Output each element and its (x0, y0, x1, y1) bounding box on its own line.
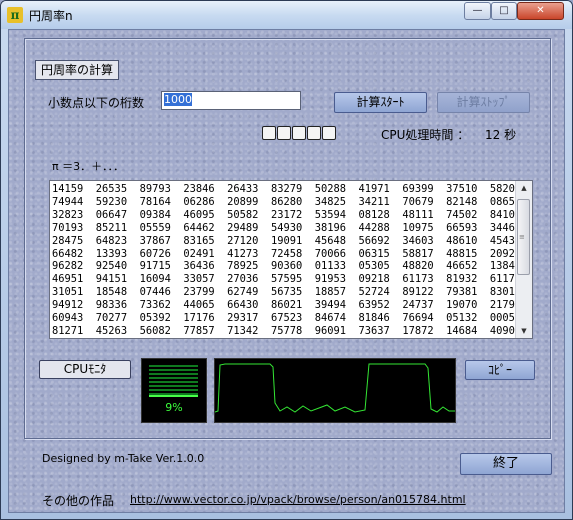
other-works-label: その他の作品 (42, 494, 115, 508)
maximize-button[interactable]: □ (491, 2, 517, 20)
exit-button[interactable]: 終了 (460, 453, 552, 475)
pi-digits-line: 60943 70277 05392 17176 29317 67523 8467… (52, 312, 522, 325)
progress-indicator (262, 126, 342, 140)
cpu-time-value: 12 秒 (485, 128, 517, 142)
start-button[interactable]: 計算ｽﾀｰﾄ (334, 92, 427, 113)
pi-digits-line: 81271 45263 56082 77857 71342 75778 9609… (52, 324, 522, 337)
pi-result-textarea[interactable]: 14159 26535 89793 23846 26433 83279 5028… (49, 180, 533, 339)
stop-button[interactable]: 計算ｽﾄｯﾌﾟ (437, 92, 530, 113)
cpu-history-svg (214, 363, 455, 413)
close-button[interactable]: ✕ (517, 2, 564, 20)
pi-digits-line: 14159 26535 89793 23846 26433 83279 5028… (52, 183, 522, 195)
cpu-percent: 9% (165, 401, 183, 414)
pi-digits-line: 66482 13393 60726 02491 41273 72458 7006… (52, 247, 522, 260)
cpu-history-line (214, 363, 455, 413)
pi-digits-line: 70193 85211 05559 64462 29489 54930 3819… (52, 221, 522, 234)
scroll-down-icon[interactable]: ▼ (516, 324, 532, 338)
pi-digits-line: 28475 64823 37867 83165 27120 19091 4564… (52, 234, 522, 247)
digits-input[interactable]: 1000 (161, 91, 301, 110)
pi-digits-text: 14159 26535 89793 23846 26433 83279 5028… (52, 183, 521, 338)
title-bar[interactable]: π 円周率n — □ ✕ (1, 1, 572, 29)
pi-digits-line: 31051 18548 07446 23799 62749 56735 1885… (52, 286, 522, 299)
pi-digits-line: 74944 59230 78164 06286 20899 86280 3482… (52, 195, 522, 208)
minimize-button[interactable]: — (464, 2, 491, 20)
section-label: 円周率の計算 (35, 60, 120, 80)
progress-box (322, 126, 336, 140)
progress-box (292, 126, 306, 140)
window-title: 円周率n (29, 9, 73, 23)
progress-box (277, 126, 291, 140)
cpu-time-label: CPU処理時間 ： (381, 128, 470, 142)
cpu-usage-meter: 9% (141, 358, 207, 423)
author-page-link[interactable]: http://www.vector.co.jp/vpack/browse/per… (130, 493, 466, 506)
pi-digits-line: 94912 98336 73362 44065 66430 86021 3949… (52, 299, 522, 312)
app-window: π 円周率n — □ ✕ 円周率の計算 小数点以下の桁数 1000 計算ｽﾀｰﾄ… (0, 0, 573, 520)
pi-digits-line: 46951 94151 16094 33057 27036 57595 9195… (52, 273, 522, 286)
scroll-up-icon[interactable]: ▲ (516, 181, 532, 195)
result-scrollbar[interactable]: ▲ ≡ ▼ (515, 181, 532, 338)
progress-box (307, 126, 321, 140)
pi-digits-line: 96282 92540 91715 36436 78925 90360 0113… (52, 260, 522, 273)
scroll-grip-icon: ≡ (519, 233, 525, 241)
digits-label: 小数点以下の桁数 (48, 96, 145, 110)
cpu-meter-fill (149, 395, 198, 397)
progress-box (262, 126, 276, 140)
cpu-monitor-button[interactable]: CPUﾓﾆﾀ (39, 360, 131, 379)
result-prefix: π ＝3．＋．．． (52, 160, 125, 173)
cpu-meter-bars (149, 365, 198, 395)
cpu-history-graph (214, 358, 456, 423)
copy-button[interactable]: ｺﾋﾟｰ (465, 360, 535, 380)
pi-app-icon: π (7, 7, 23, 23)
pi-digits-line: 32823 06647 09384 46095 50582 23172 5359… (52, 208, 522, 221)
digits-value: 1000 (164, 93, 192, 106)
credits-text: Designed by m-Take Ver.1.0.0 (42, 452, 205, 465)
